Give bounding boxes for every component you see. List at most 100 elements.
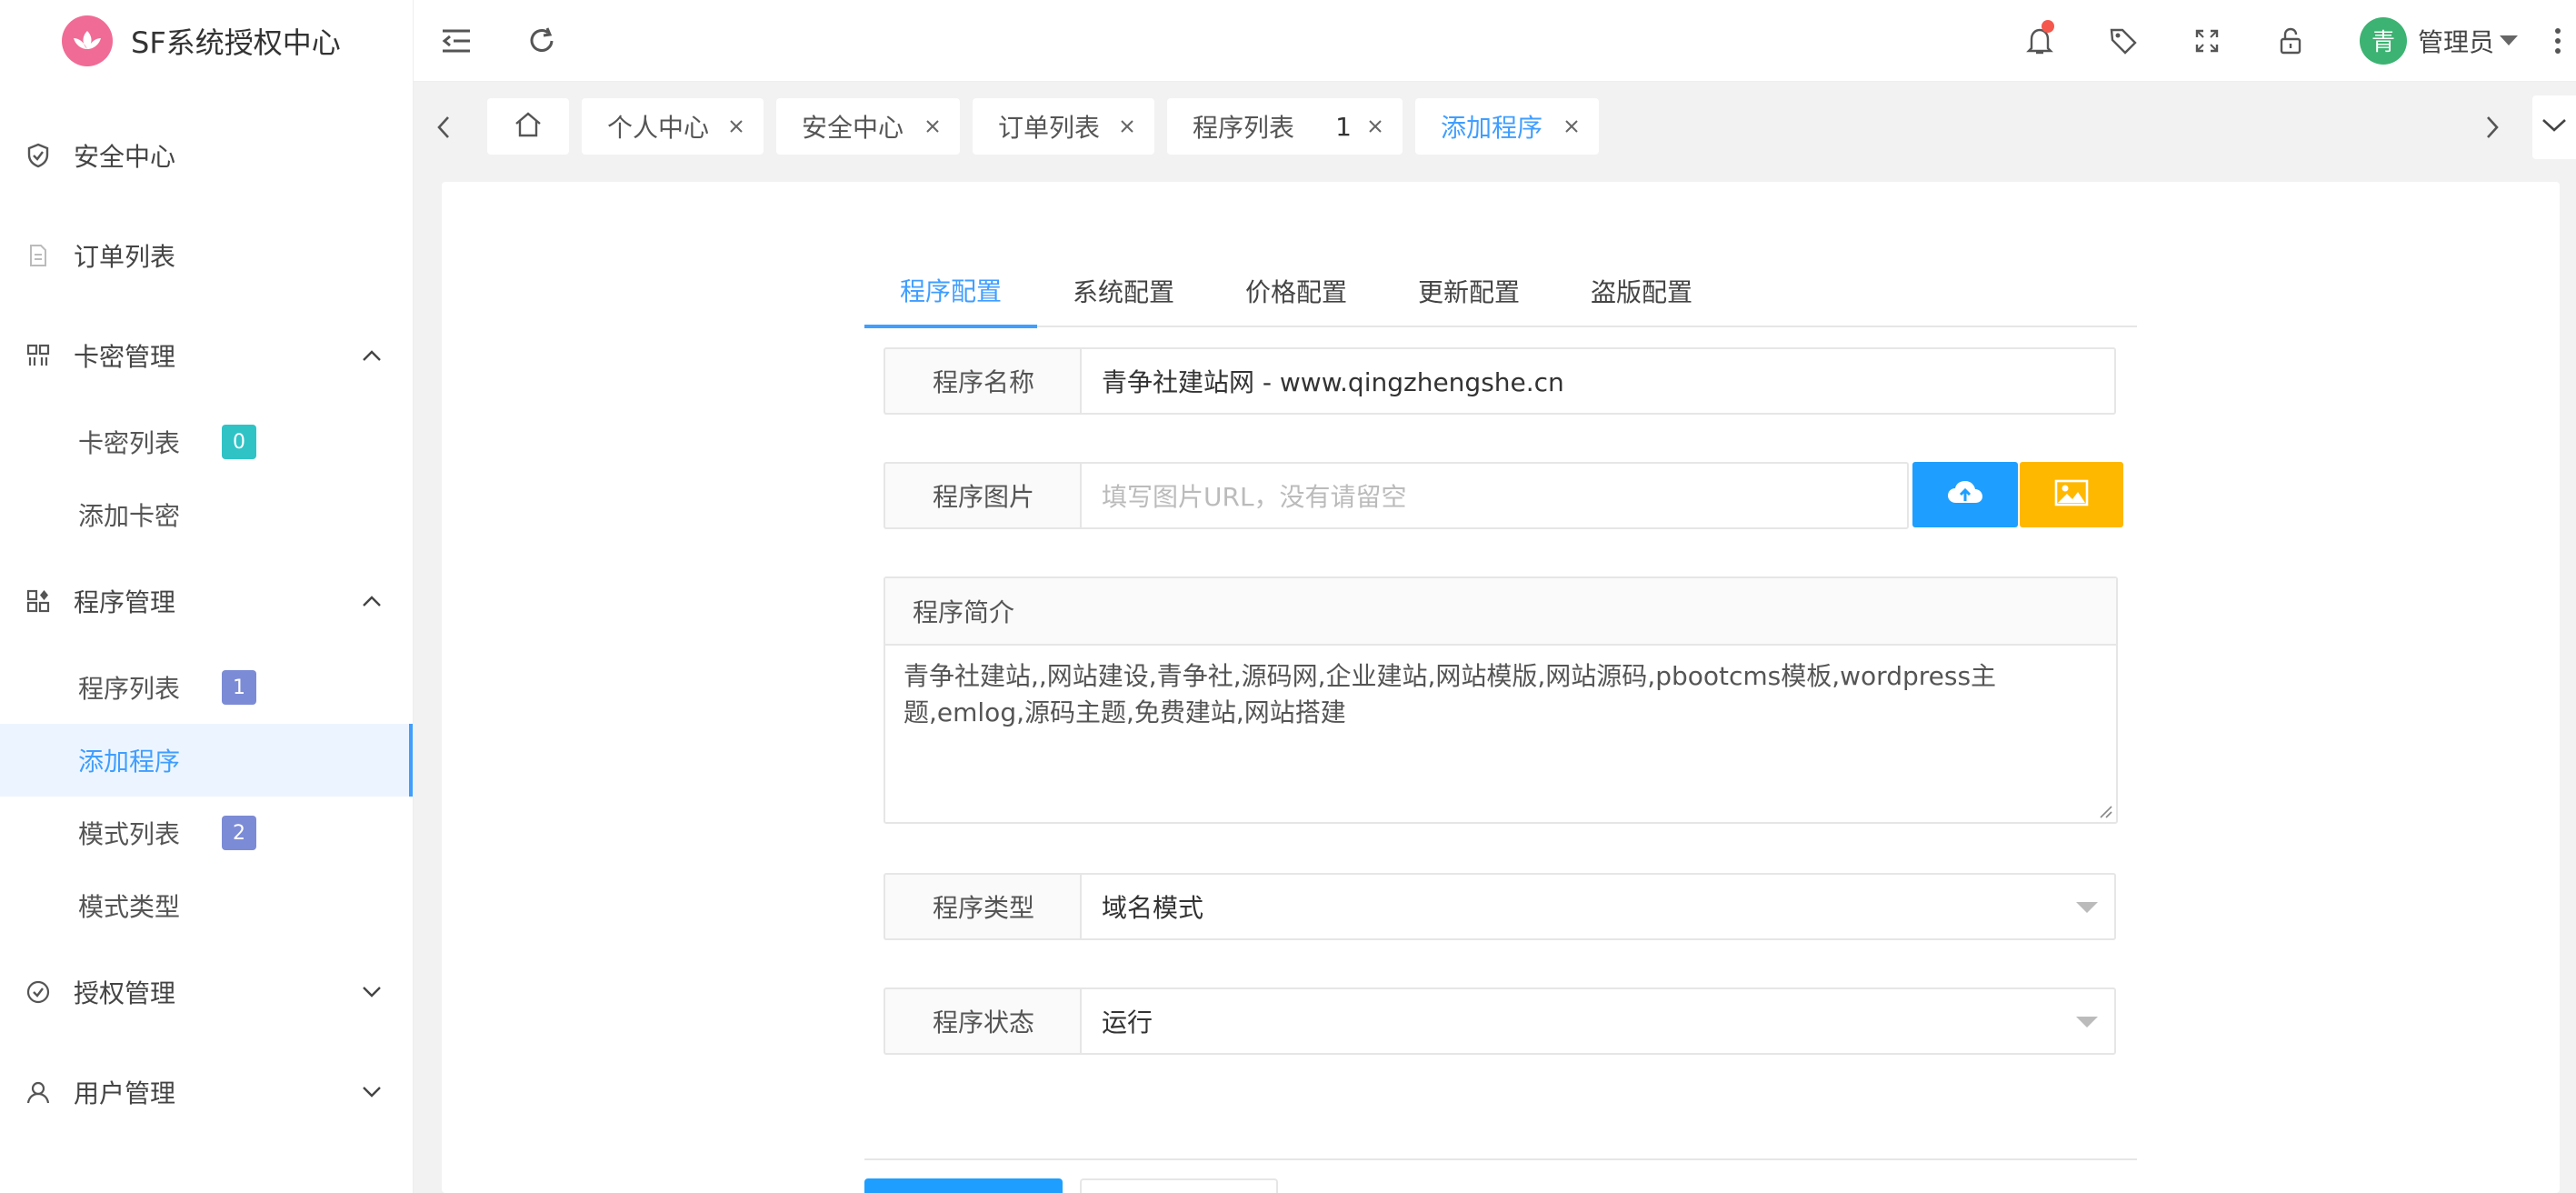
program-intro-label: 程序简介: [885, 578, 2116, 646]
close-icon[interactable]: [1364, 115, 1386, 137]
program-type-select[interactable]: 域名模式: [1080, 873, 2116, 940]
tab-system-config[interactable]: 系统配置: [1037, 255, 1210, 327]
tab-label: 安全中心: [802, 113, 904, 143]
app-title: SF系统授权中心: [131, 25, 341, 60]
tab-personal-center[interactable]: 个人中心: [582, 98, 764, 155]
grid-icon: [25, 342, 52, 369]
count-badge: 1: [222, 670, 257, 705]
tab-add-program[interactable]: 添加程序: [1415, 98, 1599, 155]
caret-down-icon: [2500, 35, 2518, 45]
sidebar-item-authorization[interactable]: 授权管理: [0, 942, 413, 1042]
tab-program-config[interactable]: 程序配置: [864, 255, 1037, 328]
submit-button[interactable]: [864, 1178, 1063, 1193]
home-icon: [514, 111, 543, 142]
program-type-label: 程序类型: [884, 873, 1082, 940]
close-icon[interactable]: [725, 115, 747, 137]
sidebar-item-mode-type[interactable]: 模式类型: [0, 869, 413, 942]
sidebar-item-program-list[interactable]: 程序列表 1: [0, 651, 413, 724]
collapse-menu-icon[interactable]: [414, 0, 499, 82]
upload-button[interactable]: [1912, 462, 2018, 527]
tab-count: 1: [1335, 111, 1352, 142]
tab-label: 添加程序: [1441, 113, 1543, 143]
tag-icon[interactable]: [2082, 0, 2165, 82]
reset-button[interactable]: [1080, 1178, 1278, 1193]
program-name-input[interactable]: 青争社建站网 - www.qingzhengshe.cn: [1080, 347, 2116, 415]
program-status-row: 程序状态 运行: [884, 987, 2116, 1055]
refresh-icon[interactable]: [499, 0, 584, 82]
program-intro-textarea[interactable]: 青争社建站,,网站建设,青争社,源码网,企业建站,网站模版,网站源码,pboot…: [885, 646, 2116, 744]
close-icon[interactable]: [922, 115, 944, 137]
sidebar-item-label: 卡密列表: [78, 428, 181, 458]
caret-down-icon: [2076, 1017, 2098, 1028]
user-name: 管理员: [2417, 26, 2494, 57]
apps-icon: [25, 587, 52, 615]
sidebar-item-label: 授权管理: [74, 978, 176, 1008]
sidebar-item-add-card[interactable]: 添加卡密: [0, 478, 413, 551]
chevron-down-icon: [358, 978, 385, 1006]
sidebar-item-label: 添加卡密: [78, 501, 181, 531]
caret-down-icon: [2076, 902, 2098, 913]
sidebar-item-label: 用户管理: [74, 1078, 176, 1108]
program-intro: 程序简介 青争社建站,,网站建设,青争社,源码网,企业建站,网站模版,网站源码,…: [884, 576, 2118, 824]
tab-program-list[interactable]: 程序列表 1: [1167, 98, 1403, 155]
close-icon[interactable]: [1116, 115, 1138, 137]
count-badge: 0: [222, 425, 257, 459]
tab-security-center[interactable]: 安全中心: [776, 98, 960, 155]
sidebar-item-label: 安全中心: [74, 142, 176, 172]
main-content-card: 程序配置 系统配置 价格配置 更新配置 盗版配置 程序名称 青争社建站网 - w…: [442, 182, 2560, 1193]
program-name-label: 程序名称: [884, 347, 1082, 415]
notification-dot: [2041, 19, 2054, 33]
chevron-up-icon: [358, 587, 385, 615]
sidebar-item-label: 卡密管理: [74, 342, 176, 372]
tab-price-config[interactable]: 价格配置: [1210, 255, 1383, 327]
close-icon[interactable]: [1561, 115, 1583, 137]
page-tabs-bar: 个人中心 安全中心 订单列表 程序列表 1 添加程序: [414, 82, 2576, 173]
program-name-row: 程序名称 青争社建站网 - www.qingzhengshe.cn: [884, 347, 2116, 415]
more-vertical-icon[interactable]: [2540, 0, 2576, 82]
sidebar-item-program-management[interactable]: 程序管理: [0, 551, 413, 651]
chevron-up-icon: [358, 342, 385, 369]
sidebar-item-card-list[interactable]: 卡密列表 0: [0, 406, 413, 478]
count-badge: 2: [222, 816, 257, 850]
chevron-down-icon: [358, 1078, 385, 1106]
tab-order-list[interactable]: 订单列表: [973, 98, 1154, 155]
sidebar-item-add-program[interactable]: 添加程序: [0, 724, 413, 797]
check-circle-icon: [25, 978, 52, 1006]
tabs-dropdown-button[interactable]: [2532, 95, 2576, 159]
home-tab[interactable]: [487, 98, 569, 155]
sidebar-item-card-management[interactable]: 卡密管理: [0, 306, 413, 406]
form-tabs: 程序配置 系统配置 价格配置 更新配置 盗版配置: [864, 255, 2137, 328]
program-type-row: 程序类型 域名模式: [884, 873, 2116, 940]
program-status-value: 运行: [1102, 1008, 1153, 1038]
tab-label: 程序列表: [1193, 113, 1295, 143]
user-menu[interactable]: 青 管理员: [2332, 0, 2540, 82]
tab-label: 订单列表: [998, 113, 1101, 143]
chevron-right-icon[interactable]: [2470, 104, 2515, 151]
tab-update-config[interactable]: 更新配置: [1383, 255, 1555, 327]
sidebar-item-mode-list[interactable]: 模式列表 2: [0, 797, 413, 869]
image-icon: [2054, 479, 2089, 510]
app-logo[interactable]: SF系统授权中心: [0, 0, 413, 82]
sidebar-item-users[interactable]: 用户管理: [0, 1042, 413, 1142]
notification-bell-icon[interactable]: [1998, 0, 2082, 82]
sidebar-item-security[interactable]: 安全中心: [0, 105, 413, 206]
program-type-value: 域名模式: [1102, 893, 1204, 923]
sidebar-item-label: 程序管理: [74, 587, 176, 617]
fullscreen-icon[interactable]: [2165, 0, 2249, 82]
resize-handle-icon[interactable]: [2097, 803, 2113, 819]
program-image-row: 程序图片 填写图片URL，没有请留空: [884, 462, 2123, 529]
program-status-select[interactable]: 运行: [1080, 987, 2116, 1055]
program-image-input[interactable]: 填写图片URL，没有请留空: [1080, 462, 1909, 529]
tab-label: 个人中心: [607, 113, 710, 143]
tab-piracy-config[interactable]: 盗版配置: [1555, 255, 1728, 327]
sidebar-item-label: 添加程序: [78, 747, 181, 777]
shield-check-icon: [25, 142, 52, 169]
select-image-button[interactable]: [2020, 462, 2123, 527]
form-divider: [864, 1158, 2137, 1160]
chevron-left-icon[interactable]: [421, 104, 466, 151]
sidebar-item-orders[interactable]: 订单列表: [0, 206, 413, 306]
sidebar-item-label: 模式类型: [78, 892, 181, 922]
lock-icon[interactable]: [2249, 0, 2332, 82]
cloud-upload-icon: [1947, 479, 1983, 510]
sidebar: SF系统授权中心 安全中心 订单列表 卡密管理 卡密列表 0 添加卡密 程序管理…: [0, 0, 414, 1193]
